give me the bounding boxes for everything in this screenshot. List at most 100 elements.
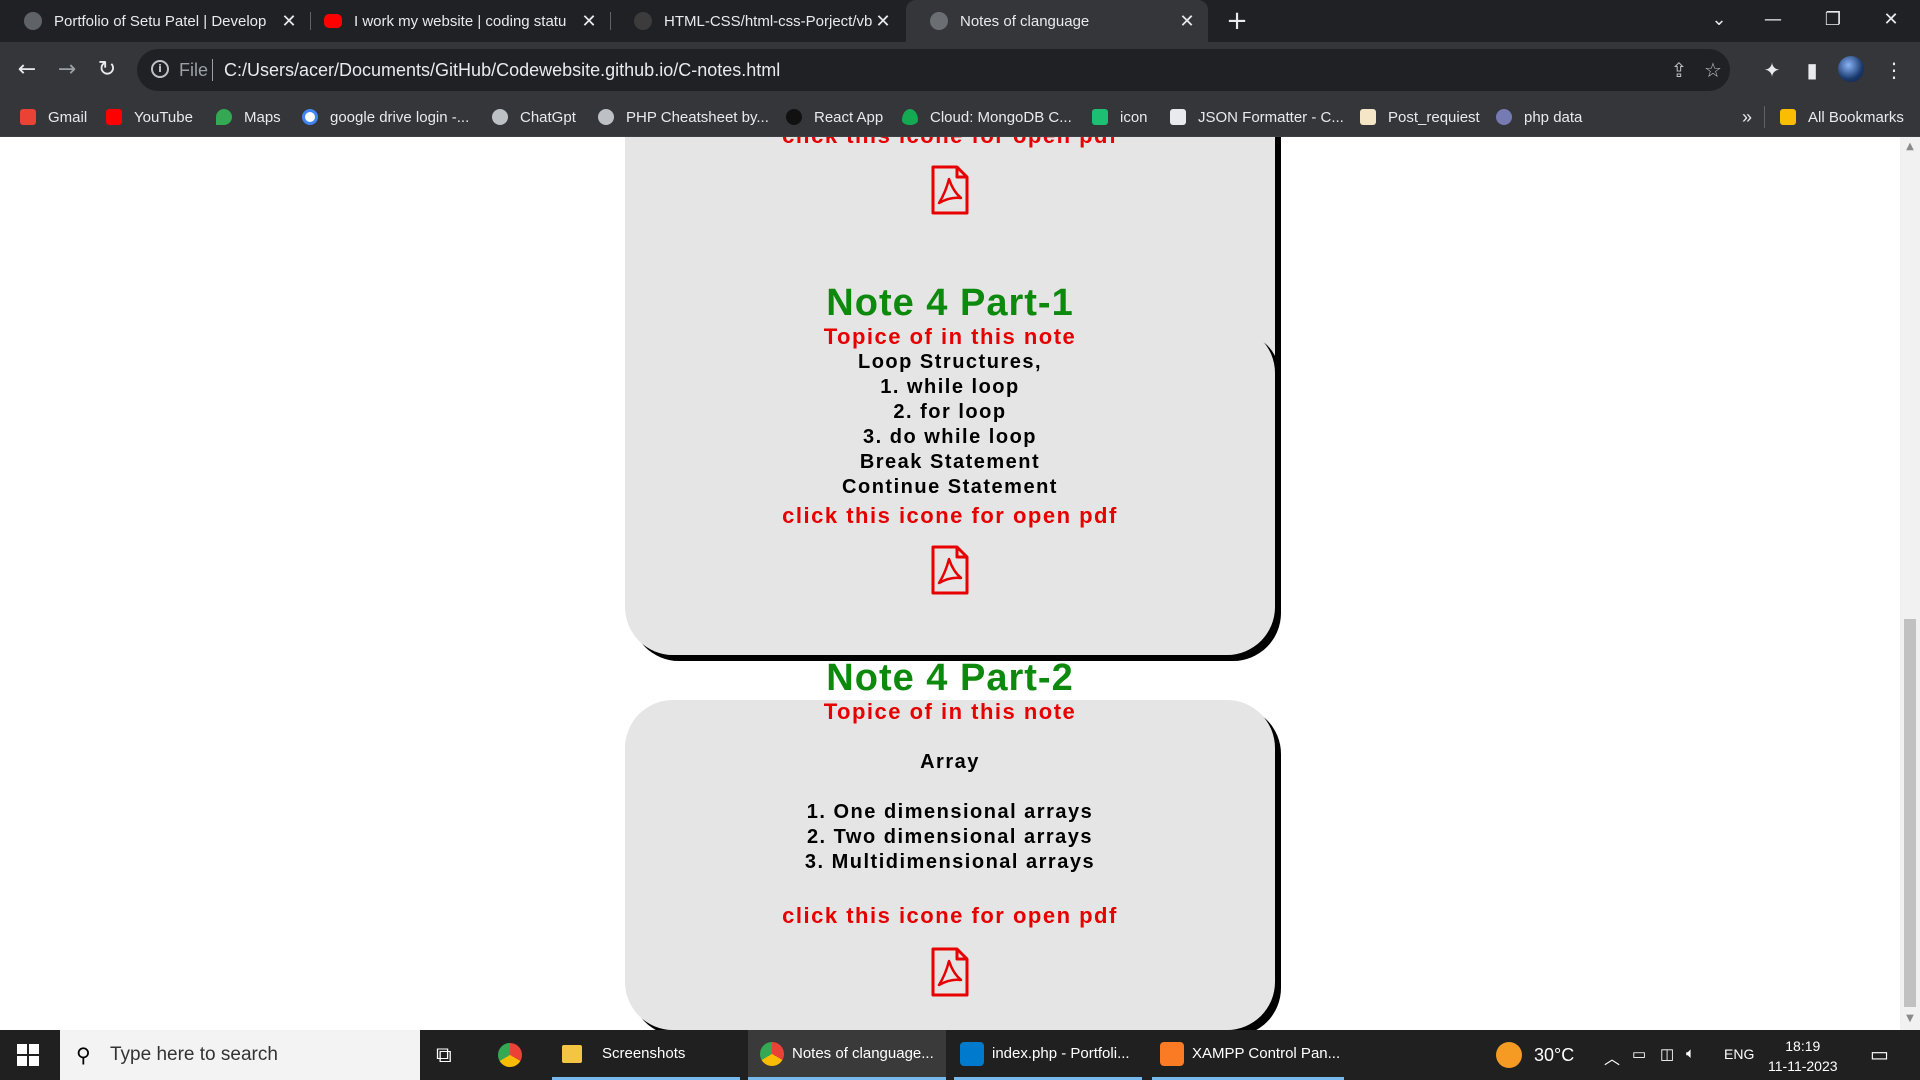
tab-title: Notes of clanguage xyxy=(960,12,1090,30)
extensions-icon[interactable]: ✦ xyxy=(1756,54,1788,86)
taskbar-app-xampp[interactable]: XAMPP Control Pan... xyxy=(1152,1030,1344,1080)
bookmark-post-request[interactable]: Post_requiest xyxy=(1360,106,1480,128)
bookmark-label: React App xyxy=(814,108,884,126)
topics-heading: Topice of in this note xyxy=(823,324,1077,349)
scroll-up-icon[interactable]: ▲ xyxy=(1904,141,1916,153)
chrome-icon xyxy=(498,1043,522,1067)
battery-icon[interactable]: ▭ xyxy=(1632,1045,1646,1063)
address-divider xyxy=(212,59,213,81)
pdf-link-text[interactable]: click this icone for open pdf xyxy=(625,503,1275,529)
scroll-down-icon[interactable]: ▼ xyxy=(1904,1013,1916,1025)
taskbar-app-chrome-notes[interactable]: Notes of clanguage... xyxy=(748,1030,946,1080)
bookmark-maps[interactable]: Maps xyxy=(216,106,281,128)
tab-notes-active[interactable]: Notes of clanguage ✕ xyxy=(906,0,1208,42)
topic-item: 2. Two dimensional arrays xyxy=(806,826,1094,848)
react-icon xyxy=(786,109,802,125)
bookmark-label: YouTube xyxy=(134,108,193,126)
note-card: Topice of in this note Loop Structures, … xyxy=(625,324,1275,655)
scrollbar-thumb[interactable] xyxy=(1904,619,1916,1007)
taskbar-app-label: Screenshots xyxy=(602,1045,686,1062)
close-icon[interactable]: ✕ xyxy=(278,11,300,32)
close-window-button[interactable]: ✕ xyxy=(1866,0,1916,42)
avatar[interactable] xyxy=(1838,56,1864,82)
pdf-icon[interactable] xyxy=(930,165,970,215)
bookmark-label: Cloud: MongoDB C... xyxy=(930,108,1072,126)
side-panel-icon[interactable]: ▮ xyxy=(1796,54,1828,86)
topic-item: Break Statement xyxy=(859,451,1041,473)
taskbar-app-vscode[interactable]: index.php - Portfoli... xyxy=(954,1030,1142,1080)
menu-icon[interactable]: ⋮ xyxy=(1878,54,1910,86)
bookmark-chatgpt[interactable]: ChatGpt xyxy=(492,106,576,128)
bookmark-gmail[interactable]: Gmail xyxy=(20,106,87,128)
boxicons-icon xyxy=(1092,109,1108,125)
all-bookmarks-button[interactable]: All Bookmarks xyxy=(1780,106,1904,128)
task-view-icon[interactable]: ⧉ xyxy=(436,1030,452,1080)
share-icon[interactable]: ⇪ xyxy=(1667,58,1691,82)
note-title: Note 4 Part-2 xyxy=(826,657,1074,699)
tab-title: Portfolio of Setu Patel | Develop xyxy=(54,12,267,30)
pdf-icon[interactable] xyxy=(930,545,970,595)
bookmark-label: Maps xyxy=(244,108,281,126)
clock-date: 11-11-2023 xyxy=(1768,1058,1838,1074)
url-text[interactable]: C:/Users/acer/Documents/GitHub/Codewebsi… xyxy=(224,60,780,81)
close-icon[interactable]: ✕ xyxy=(872,11,894,32)
star-icon[interactable]: ☆ xyxy=(1701,58,1725,82)
weather-widget[interactable]: 30°C xyxy=(1496,1042,1574,1068)
weather-sun-icon xyxy=(1496,1042,1522,1068)
volume-icon[interactable]: 🔈︎ xyxy=(1686,1045,1695,1062)
pdf-icon[interactable] xyxy=(930,947,970,997)
bookmark-php-cheatsheet[interactable]: PHP Cheatsheet by... xyxy=(598,106,769,128)
vscode-icon xyxy=(960,1041,984,1066)
mongodb-icon xyxy=(902,109,918,125)
language-indicator[interactable]: ENG xyxy=(1724,1046,1754,1062)
close-icon[interactable]: ✕ xyxy=(578,11,600,32)
bookmark-label: Post_requiest xyxy=(1388,108,1480,126)
new-tab-button[interactable]: + xyxy=(1222,6,1252,36)
reload-button[interactable]: ↻ xyxy=(91,54,123,86)
page-scrollbar[interactable]: ▲ ▼ xyxy=(1900,137,1920,1030)
taskbar-app-screenshots[interactable]: Screenshots xyxy=(552,1030,740,1080)
tab-title: HTML-CSS/html-css-Porject/vb xyxy=(664,12,872,30)
close-icon[interactable]: ✕ xyxy=(1176,11,1198,32)
back-button[interactable]: ← xyxy=(11,54,43,86)
bookmark-icon[interactable]: icon xyxy=(1092,106,1148,128)
bookmark-mongodb[interactable]: Cloud: MongoDB C... xyxy=(902,106,1072,128)
bookmark-label: ChatGpt xyxy=(520,108,576,126)
pdf-link-text[interactable]: click this icone for open pdf xyxy=(625,137,1275,149)
meet-icon[interactable]: ◫ xyxy=(1660,1045,1674,1063)
bookmark-google-drive[interactable]: google drive login -... xyxy=(302,106,469,128)
tray-chevron-icon[interactable]: ︿ xyxy=(1604,1045,1620,1069)
tab-portfolio[interactable]: Portfolio of Setu Patel | Develop ✕ xyxy=(0,0,310,42)
address-bar[interactable]: i File C:/Users/acer/Documents/GitHub/Co… xyxy=(137,49,1730,91)
minimize-button[interactable]: — xyxy=(1748,0,1798,42)
topics-heading: Topice of in this note xyxy=(823,699,1077,724)
notifications-icon[interactable]: ▭ xyxy=(1870,1042,1889,1067)
tab-github[interactable]: HTML-CSS/html-css-Porject/vb ✕ xyxy=(610,0,904,42)
info-icon[interactable]: i xyxy=(151,60,169,78)
tab-search-button[interactable]: ⌄ xyxy=(1694,0,1744,42)
globe-icon xyxy=(24,12,42,30)
forward-button[interactable]: → xyxy=(51,54,83,86)
taskbar-app-label: index.php - Portfoli... xyxy=(992,1045,1130,1062)
restore-button[interactable]: ❐ xyxy=(1808,0,1858,42)
scheme-label: File xyxy=(179,60,209,80)
bookmark-php-data[interactable]: php data xyxy=(1496,106,1582,128)
gmail-icon xyxy=(20,109,36,125)
bookmark-react-app[interactable]: React App xyxy=(786,106,883,128)
bookmarks-divider xyxy=(1764,106,1765,128)
page-content: click this icone for open pdf Note 4 Par… xyxy=(0,137,1900,1030)
clock[interactable]: 18:19 11-11-2023 xyxy=(1768,1036,1838,1076)
tab-youtube[interactable]: I work my website | coding statu ✕ xyxy=(310,0,610,42)
bookmark-youtube[interactable]: YouTube xyxy=(106,106,193,128)
bookmark-json-formatter[interactable]: JSON Formatter - C... xyxy=(1170,106,1344,128)
pdf-link-text[interactable]: click this icone for open pdf xyxy=(625,903,1275,929)
chrome-taskbar-icon[interactable] xyxy=(498,1030,522,1080)
bookmark-label: php data xyxy=(1524,108,1583,126)
bookmarks-overflow-button[interactable]: » xyxy=(1742,106,1752,128)
chrome-icon xyxy=(760,1041,784,1066)
browser-toolbar: ← → ↻ i File C:/Users/acer/Documents/Git… xyxy=(0,42,1920,98)
postman-icon xyxy=(1360,109,1376,125)
taskbar-search-input[interactable]: ⚲ Type here to search xyxy=(60,1030,420,1080)
note-title: Note 4 Part-1 xyxy=(826,282,1074,324)
windows-start-icon[interactable] xyxy=(17,1044,39,1066)
